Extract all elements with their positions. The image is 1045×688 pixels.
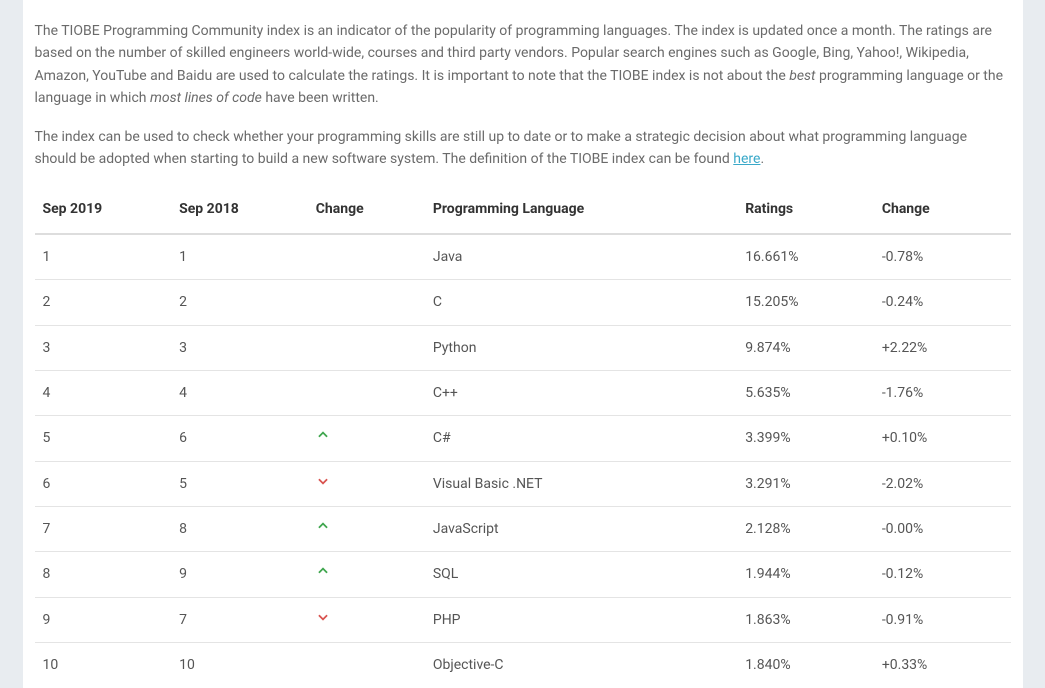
intro-text: have been written. [262,90,379,106]
intro-text: The index can be used to check whether y… [35,129,968,167]
cell-rank-2019: 8 [35,552,172,597]
cell-rank-2018: 1 [171,234,308,280]
cell-ratings: 5.635% [737,370,874,415]
cell-change-dir [308,552,425,597]
header-ratings: Ratings [737,186,874,233]
cell-rank-2018: 2 [171,280,308,325]
cell-language: PHP [425,597,737,642]
cell-rank-2018: 10 [171,643,308,688]
cell-rank-2018: 5 [171,461,308,506]
table-row: 78 JavaScript2.128%-0.00% [35,507,1011,552]
cell-delta: +0.10% [874,416,1011,461]
cell-ratings: 9.874% [737,325,874,370]
table-header-row: Sep 2019 Sep 2018 Change Programming Lan… [35,186,1011,233]
cell-change-dir [308,280,425,325]
table-row: 97 PHP1.863%-0.91% [35,597,1011,642]
cell-change-dir [308,234,425,280]
cell-delta: -0.24% [874,280,1011,325]
emphasis-best: best [789,68,815,84]
chevron-down-icon [316,609,330,631]
table-row: 11 Java16.661%-0.78% [35,234,1011,280]
cell-rank-2019: 5 [35,416,172,461]
cell-change-dir [308,325,425,370]
cell-language: Python [425,325,737,370]
cell-language: C++ [425,370,737,415]
cell-change-dir [308,416,425,461]
table-row: 56 C#3.399%+0.10% [35,416,1011,461]
cell-delta: -0.91% [874,597,1011,642]
cell-language: SQL [425,552,737,597]
header-change-pct: Change [874,186,1011,233]
cell-rank-2019: 4 [35,370,172,415]
cell-rank-2018: 7 [171,597,308,642]
emphasis-lines: most lines of code [150,90,262,106]
table-body: 11 Java16.661%-0.78% 22 C15.205%-0.24% 33 Pyt… [35,234,1011,688]
cell-delta: -0.00% [874,507,1011,552]
cell-delta: -0.12% [874,552,1011,597]
cell-change-dir [308,597,425,642]
cell-rank-2018: 4 [171,370,308,415]
cell-change-dir [308,507,425,552]
intro-paragraph-2: The index can be used to check whether y… [35,126,1011,171]
cell-rank-2019: 10 [35,643,172,688]
intro-text: . [760,151,764,167]
cell-change-dir [308,370,425,415]
cell-language: Objective-C [425,643,737,688]
cell-language: Visual Basic .NET [425,461,737,506]
chevron-down-icon [316,473,330,495]
cell-ratings: 16.661% [737,234,874,280]
cell-delta: +2.22% [874,325,1011,370]
cell-rank-2019: 7 [35,507,172,552]
table-row: 44 C++5.635%-1.76% [35,370,1011,415]
table-row: 1010 Objective-C1.840%+0.33% [35,643,1011,688]
cell-rank-2019: 3 [35,325,172,370]
cell-change-dir [308,643,425,688]
cell-language: C [425,280,737,325]
cell-delta: -1.76% [874,370,1011,415]
cell-language: Java [425,234,737,280]
cell-ratings: 3.399% [737,416,874,461]
cell-rank-2019: 1 [35,234,172,280]
cell-rank-2018: 9 [171,552,308,597]
table-row: 22 C15.205%-0.24% [35,280,1011,325]
table-row: 33 Python9.874%+2.22% [35,325,1011,370]
cell-rank-2018: 8 [171,507,308,552]
cell-delta: -2.02% [874,461,1011,506]
content-container: The TIOBE Programming Community index is… [23,0,1023,688]
header-sep-2018: Sep 2018 [171,186,308,233]
table-row: 89 SQL1.944%-0.12% [35,552,1011,597]
tiobe-index-table: Sep 2019 Sep 2018 Change Programming Lan… [35,186,1011,687]
intro-paragraph-1: The TIOBE Programming Community index is… [35,20,1011,110]
chevron-up-icon [316,518,330,540]
header-sep-2019: Sep 2019 [35,186,172,233]
cell-delta: +0.33% [874,643,1011,688]
cell-language: JavaScript [425,507,737,552]
cell-change-dir [308,461,425,506]
cell-rank-2019: 6 [35,461,172,506]
cell-ratings: 15.205% [737,280,874,325]
intro-section: The TIOBE Programming Community index is… [35,20,1011,170]
cell-rank-2019: 2 [35,280,172,325]
chevron-up-icon [316,563,330,585]
here-link[interactable]: here [733,151,760,167]
header-change-rank: Change [308,186,425,233]
chevron-up-icon [316,427,330,449]
cell-ratings: 2.128% [737,507,874,552]
table-row: 65 Visual Basic .NET3.291%-2.02% [35,461,1011,506]
cell-ratings: 1.840% [737,643,874,688]
header-language: Programming Language [425,186,737,233]
cell-rank-2019: 9 [35,597,172,642]
cell-ratings: 3.291% [737,461,874,506]
cell-rank-2018: 6 [171,416,308,461]
cell-delta: -0.78% [874,234,1011,280]
cell-language: C# [425,416,737,461]
cell-rank-2018: 3 [171,325,308,370]
cell-ratings: 1.944% [737,552,874,597]
cell-ratings: 1.863% [737,597,874,642]
